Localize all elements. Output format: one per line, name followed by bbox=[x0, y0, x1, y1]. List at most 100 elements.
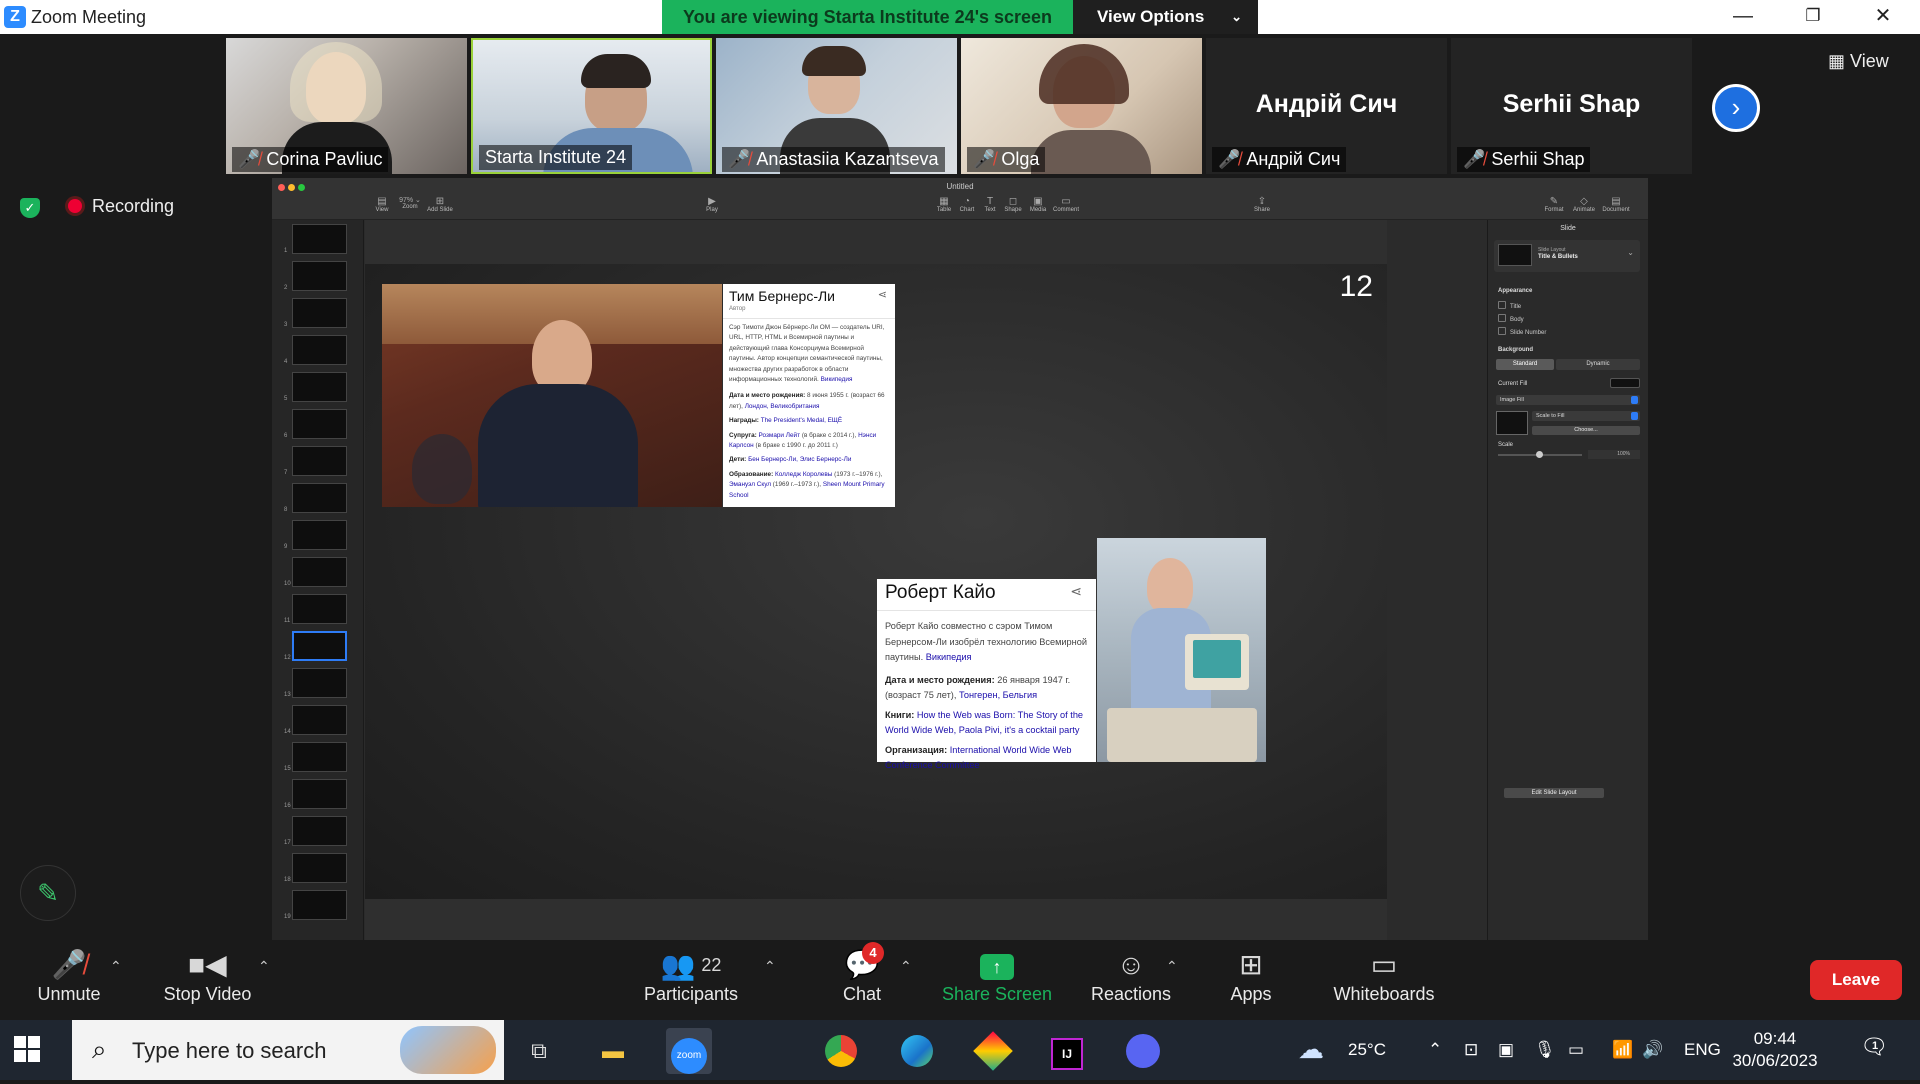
slide-thumbnail[interactable] bbox=[292, 705, 347, 735]
file-explorer-icon[interactable]: ▬ bbox=[590, 1028, 636, 1074]
scale-slider-handle[interactable] bbox=[1536, 451, 1543, 458]
participants-button[interactable]: 👥 22 Participants bbox=[640, 940, 742, 1020]
standard-segment[interactable]: Standard bbox=[1496, 359, 1554, 370]
battery-icon[interactable]: ▭ bbox=[1568, 1040, 1584, 1060]
toolbar-add-slide[interactable]: ⊞ Add Slide bbox=[420, 196, 460, 213]
scale-mode-select[interactable]: Scale to Fill bbox=[1532, 411, 1640, 421]
meet-now-icon[interactable]: ⊡ bbox=[1464, 1040, 1478, 1060]
dynamic-segment[interactable]: Dynamic bbox=[1556, 359, 1640, 370]
windows-start-icon[interactable] bbox=[14, 1036, 40, 1062]
share-icon[interactable]: ⋖ bbox=[878, 288, 887, 301]
toolbar-share[interactable]: ⇪ Share bbox=[1242, 196, 1282, 213]
born-place-link[interactable]: Лондон, Великобритания bbox=[745, 403, 820, 410]
education-link[interactable]: Эмануэл Скул bbox=[729, 481, 771, 488]
children-link[interactable]: Бен Бернерс-Ли, Элис Бернерс-Ли bbox=[748, 456, 851, 463]
unmute-button[interactable]: 🎤̸ Unmute bbox=[24, 940, 114, 1020]
body-checkbox[interactable]: Body bbox=[1498, 314, 1524, 323]
slide-thumbnail[interactable] bbox=[292, 224, 347, 254]
participant-tile[interactable]: 🎤̸ Anastasiia Kazantseva bbox=[716, 38, 957, 174]
microphone-icon[interactable]: 🎙 bbox=[1534, 1040, 1556, 1060]
slide-thumbnail[interactable] bbox=[292, 557, 347, 587]
toolbar-comment[interactable]: ▭ Comment bbox=[1046, 196, 1086, 213]
slide-thumbnail[interactable] bbox=[292, 298, 347, 328]
spouse-link[interactable]: Розмари Лейт bbox=[759, 432, 801, 439]
chevron-up-icon[interactable]: ⌃ bbox=[110, 958, 122, 975]
participant-tile[interactable]: Андрій Сич 🎤̸ Андрій Сич bbox=[1206, 38, 1447, 174]
education-link[interactable]: Колледж Королевы bbox=[775, 471, 832, 478]
zoom-taskbar-icon[interactable]: zoom bbox=[666, 1028, 712, 1074]
slide-thumbnail[interactable] bbox=[292, 446, 347, 476]
toolbar-play[interactable]: ▶ Play bbox=[692, 196, 732, 213]
annotate-pencil-icon[interactable]: ✎ bbox=[20, 865, 76, 921]
apps-button[interactable]: ⊞ Apps bbox=[1220, 940, 1282, 1020]
slide-thumbnail[interactable] bbox=[292, 816, 347, 846]
slide-thumbnail[interactable] bbox=[292, 520, 347, 550]
weather-cloud-icon[interactable]: ☁ bbox=[1298, 1034, 1324, 1065]
share-screen-button[interactable]: ↑ Share Screen bbox=[940, 940, 1054, 1020]
reactions-button[interactable]: ☺ Reactions bbox=[1088, 940, 1174, 1020]
slide-thumbnail[interactable] bbox=[292, 483, 347, 513]
recording-indicator[interactable]: Recording bbox=[68, 196, 174, 217]
toolbar-document[interactable]: ▤ Document bbox=[1596, 196, 1636, 213]
restore-button[interactable]: ❐ bbox=[1790, 0, 1836, 34]
fill-image-well[interactable] bbox=[1496, 411, 1528, 435]
taskbar-clock[interactable]: 09:44 30/06/2023 bbox=[1720, 1028, 1830, 1072]
taskbar-search-input[interactable]: ⌕ Type here to search bbox=[72, 1020, 504, 1080]
sourcetree-icon[interactable] bbox=[970, 1028, 1016, 1074]
wikipedia-link[interactable]: Википедия bbox=[926, 652, 972, 662]
minimize-button[interactable]: — bbox=[1720, 0, 1766, 34]
shield-icon[interactable]: ✓ bbox=[20, 198, 40, 218]
slide-thumbnail[interactable] bbox=[292, 335, 347, 365]
participant-tile[interactable]: 🎤̸ Olga bbox=[961, 38, 1202, 174]
scale-value-field[interactable]: 100% bbox=[1588, 450, 1640, 459]
slide-number-checkbox[interactable]: Slide Number bbox=[1498, 327, 1546, 336]
chevron-up-icon[interactable]: ⌃ bbox=[258, 958, 270, 975]
chevron-up-icon[interactable]: ⌃ bbox=[1166, 958, 1178, 975]
awards-link[interactable]: The President's Medal, ЕЩЁ bbox=[761, 417, 842, 424]
books-link[interactable]: How the Web was Born: The Story of the W… bbox=[885, 710, 1083, 736]
wikipedia-link[interactable]: Википедия bbox=[821, 376, 853, 383]
view-options-button[interactable]: View Options ⌄ bbox=[1073, 0, 1258, 34]
title-checkbox[interactable]: Title bbox=[1498, 301, 1521, 310]
chevron-up-icon[interactable]: ⌃ bbox=[1428, 1040, 1442, 1060]
edit-slide-layout-button[interactable]: Edit Slide Layout bbox=[1504, 788, 1604, 798]
slide-thumbnail[interactable] bbox=[292, 890, 347, 920]
slide-layout-picker[interactable]: Slide Layout Title & Bullets ⌄ bbox=[1494, 240, 1640, 272]
choose-button[interactable]: Choose... bbox=[1532, 426, 1640, 435]
task-view-icon[interactable]: ⧉ bbox=[516, 1028, 562, 1074]
slide-thumbnail[interactable] bbox=[292, 853, 347, 883]
participant-tile-active[interactable]: Starta Institute 24 bbox=[471, 38, 712, 174]
chat-button[interactable]: 💬 Chat 4 bbox=[832, 940, 892, 1020]
slide-thumbnail[interactable] bbox=[292, 668, 347, 698]
wifi-icon[interactable]: 📶 bbox=[1612, 1040, 1633, 1060]
share-icon[interactable]: ⋖ bbox=[1070, 583, 1082, 600]
fill-type-select[interactable]: Image Fill bbox=[1496, 395, 1640, 405]
slide-thumbnail[interactable] bbox=[292, 742, 347, 772]
born-place-link[interactable]: Тонгерен, Бельгия bbox=[959, 690, 1037, 700]
language-indicator[interactable]: ENG bbox=[1684, 1040, 1721, 1060]
discord-icon[interactable] bbox=[1120, 1028, 1166, 1074]
slide-thumbnail[interactable] bbox=[292, 409, 347, 439]
edge-icon[interactable] bbox=[894, 1028, 940, 1074]
participant-tile[interactable]: 🎤̸ Corina Pavliuc bbox=[226, 38, 467, 174]
slide-thumbnail[interactable] bbox=[292, 779, 347, 809]
leave-button[interactable]: Leave bbox=[1810, 960, 1902, 1000]
intellij-icon[interactable]: IJ bbox=[1044, 1028, 1090, 1074]
slide-thumbnail[interactable] bbox=[292, 631, 347, 661]
participant-tile[interactable]: Serhii Shap 🎤̸ Serhii Shap bbox=[1451, 38, 1692, 174]
slide-thumbnail[interactable] bbox=[292, 261, 347, 291]
stop-video-button[interactable]: ■◀ Stop Video bbox=[150, 940, 265, 1020]
slide-thumbnail[interactable] bbox=[292, 594, 347, 624]
close-button[interactable]: ✕ bbox=[1860, 0, 1906, 34]
fill-swatch[interactable] bbox=[1610, 378, 1640, 388]
next-page-button[interactable]: › bbox=[1712, 84, 1760, 132]
chevron-up-icon[interactable]: ⌃ bbox=[764, 958, 776, 975]
volume-icon[interactable]: 🔊 bbox=[1642, 1040, 1663, 1060]
view-layout-button[interactable]: ▦ View bbox=[1828, 51, 1889, 72]
temperature[interactable]: 25°C bbox=[1348, 1040, 1386, 1060]
chevron-up-icon[interactable]: ⌃ bbox=[900, 958, 912, 975]
notifications-icon[interactable]: 🗨 1 bbox=[1860, 1034, 1888, 1060]
screen-share-icon[interactable]: ▣ bbox=[1498, 1040, 1514, 1060]
chrome-icon[interactable] bbox=[818, 1028, 864, 1074]
slide-thumbnail[interactable] bbox=[292, 372, 347, 402]
